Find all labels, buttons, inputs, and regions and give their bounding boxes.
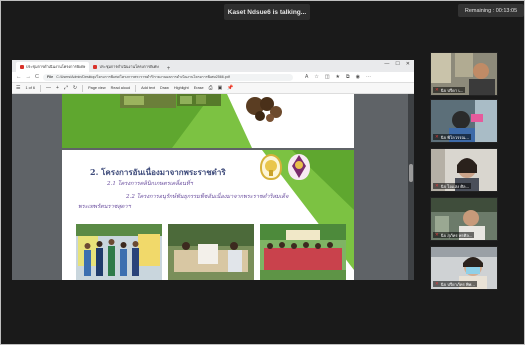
participant-tile-4[interactable]: ✕ นิจ สุภัทร พรศิล... [430,197,498,241]
close-window-button[interactable]: ✕ [406,61,410,67]
browser-tab-2-label: ประชุมการดำเนินงานโครงการพิเศษ [99,65,159,69]
muted-mic-icon: ✕ [435,134,439,139]
talking-indicator: Kaset Ndsue6 is talking... [224,4,310,20]
profile-icon[interactable]: ◉ [356,74,360,80]
previous-slide-graphic [62,94,282,148]
participant-name-1: นิจ ปรีดา เ... [440,87,464,93]
participant-tile-1[interactable]: ✕ นิจ ปรีดา เ... [430,52,498,96]
royal-emblem-left [260,154,282,180]
photo-2 [168,224,254,280]
photo-1 [76,224,162,280]
pdf-page-previous [62,94,354,148]
muted-mic-icon: ✕ [435,281,439,286]
muted-mic-icon: ✕ [435,87,439,92]
participant-tile-5[interactable]: ✕ นิจ ปรียาภัทร พิพ... [430,246,498,290]
slide-heading: 2. โครงการอันเนื่องมาจากพระราชดำริ [90,167,226,177]
split-screen-icon[interactable]: ◫ [325,74,330,80]
back-button[interactable]: ← [16,74,22,80]
participant-label-3: ✕ นิจ ไอแสง ศิล... [433,183,472,189]
photo-3 [260,224,346,280]
minimize-button[interactable]: — [384,61,389,67]
royal-emblem-right [288,154,310,180]
divider [82,84,84,92]
erase-button[interactable]: Erase [194,86,204,90]
zoom-in-button[interactable]: + [56,85,59,91]
muted-mic-icon: ✕ [435,232,439,237]
url-input[interactable]: File C:/Users/Admin/Desktop/โครงการพิเศษ… [42,73,293,81]
browser-tab-1-label: ประชุมการดำเนินงานโครงการพิเศษ [26,65,86,69]
address-bar: ← → C File C:/Users/Admin/Desktop/โครงกา… [12,72,414,83]
shared-screen: ประชุมการดำเนินงานโครงการพิเศษ ประชุมการ… [12,60,414,280]
participant-label-2: ✕ นิจ พิไลวรรณ... [433,134,471,140]
browser-tab-1[interactable]: ประชุมการดำเนินงานโครงการพิเศษ [16,62,90,72]
slide-sub-item-2: 2.2 โครงการอนุรักษ์พันธุกรรมพืชอันเนื่อง… [126,194,289,200]
participant-label-5: ✕ นิจ ปรียาภัทร พิพ... [433,281,477,287]
pin-icon[interactable]: 📌 [227,85,233,91]
fit-page-icon[interactable]: ⤢ [64,85,68,91]
address-bar-icons: A ☆ ◫ ★ ⧉ ◉ ⋯ [305,74,371,80]
browser-tab-2[interactable]: ประชุมการดำเนินงานโครงการพิเศษ [89,62,162,72]
remaining-time-badge: Remaining : 00:13:05 [458,4,524,17]
browser-tab-bar: ประชุมการดำเนินงานโครงการพิเศษ ประชุมการ… [12,60,414,72]
collections-icon[interactable]: ⧉ [346,74,350,80]
talking-indicator-text: Kaset Ndsue6 is talking... [227,8,307,16]
participant-tile-3[interactable]: ✕ นิจ ไอแสง ศิล... [430,148,498,192]
url-prefix: File [46,75,54,79]
save-icon[interactable]: ▣ [218,85,223,91]
participant-name-3: นิจ ไอแสง ศิล... [440,183,470,189]
contents-icon[interactable]: ☰ [16,85,20,91]
participant-name-2: นิจ พิไลวรรณ... [440,134,469,140]
page-view-button[interactable]: Page view [88,86,106,90]
participant-label-1: ✕ นิจ ปรีดา เ... [433,87,466,93]
zoom-out-button[interactable]: — [46,85,51,91]
participant-name-4: นิจ สุภัทร พรศิล... [440,232,473,238]
divider [135,84,137,92]
pdf-scrollbar[interactable] [408,94,414,280]
reload-button[interactable]: C [35,74,39,80]
participant-name-5: นิจ ปรียาภัทร พิพ... [440,281,475,287]
slide-photos [76,224,346,280]
print-icon[interactable]: ⎙ [209,85,213,91]
pdf-favicon-icon [20,65,24,69]
favorite-star-icon[interactable]: ☆ [314,74,318,80]
page-indicator[interactable]: 1 of 6 [25,86,35,90]
read-aloud-icon[interactable]: A [305,74,308,80]
pdf-page-current: 2. โครงการอันเนื่องมาจากพระราชดำริ 2.1 โ… [62,150,354,280]
highlight-button[interactable]: Highlight [174,86,189,90]
emblem-icon [292,155,306,178]
slide-sub-item-1: 2.1 โครงการคลินิกเกษตรเคลื่อนที่ฯ [107,181,193,187]
maximize-button[interactable]: ☐ [395,61,399,67]
slide-sub-item-3: พระเทพรัตนราชสุดาฯ [78,204,131,210]
scrollbar-thumb[interactable] [409,164,413,182]
participant-label-4: ✕ นิจ สุภัทร พรศิล... [433,232,475,238]
remaining-time-text: Remaining : 00:13:05 [464,7,518,14]
emblem-icon [265,160,277,176]
favorites-icon[interactable]: ★ [336,74,340,80]
more-menu-icon[interactable]: ⋯ [366,74,371,80]
read-aloud-button[interactable]: Read aloud [111,86,130,90]
forward-button[interactable]: → [26,74,32,80]
participant-tile-2[interactable]: ✕ นิจ พิไลวรรณ... [430,99,498,143]
draw-button[interactable]: Draw [160,86,169,90]
divider [39,84,41,92]
add-text-button[interactable]: Add text [141,86,155,90]
muted-mic-icon: ✕ [435,183,439,188]
window-controls: — ☐ ✕ [384,61,410,67]
rotate-icon[interactable]: ↻ [73,85,77,91]
url-text: C:/Users/Admin/Desktop/โครงการพิเศษ/โครง… [56,75,230,79]
pdf-favicon-icon [93,65,98,69]
pdf-toolbar: ☰ 1 of 6 — + ⤢ ↻ Page view Read aloud Ad… [12,83,414,94]
